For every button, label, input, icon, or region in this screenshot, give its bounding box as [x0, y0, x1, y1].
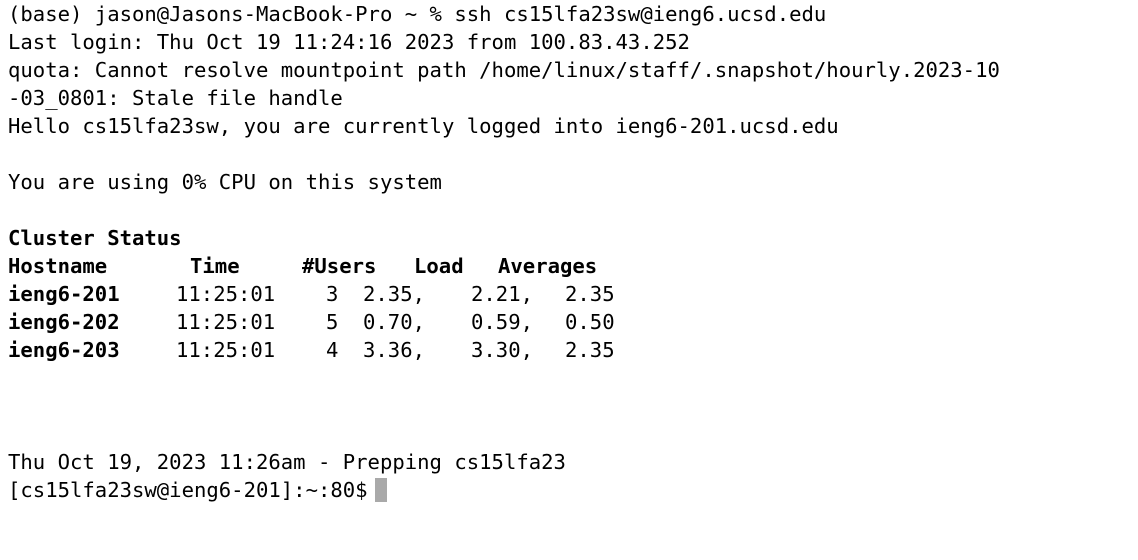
prepping-line: Thu Oct 19, 2023 11:26am - Prepping cs15…: [8, 450, 566, 474]
quota-warning-line-1: quota: Cannot resolve mountpoint path /h…: [8, 58, 1000, 82]
header-load: Load: [414, 254, 464, 278]
row-load-2: 0.59,: [471, 310, 533, 334]
row-load-2: 3.30,: [471, 338, 533, 362]
header-averages: Averages: [498, 254, 598, 278]
ssh-command-line: (base) jason@Jasons-MacBook-Pro ~ % ssh …: [8, 2, 827, 26]
row-load-1: 3.36,: [363, 338, 425, 362]
row-load-1: 0.70,: [363, 310, 425, 334]
row-load-3: 2.35: [565, 282, 615, 306]
row-load-2: 2.21,: [471, 282, 533, 306]
row-users: 3: [326, 282, 339, 306]
table-row: ieng6-203 11:25:01 4 3.36, 3.30, 2.35: [8, 336, 1138, 364]
hello-line: Hello cs15lfa23sw, you are currently log…: [8, 114, 839, 138]
row-users: 5: [326, 310, 339, 334]
row-time: 11:25:01: [176, 310, 276, 334]
row-load-3: 2.35: [565, 338, 615, 362]
row-hostname: ieng6-202: [8, 310, 120, 334]
row-users: 4: [326, 338, 339, 362]
shell-prompt: [cs15lfa23sw@ieng6-201]:~:80$: [8, 478, 368, 502]
cluster-status-title: Cluster Status: [8, 226, 182, 250]
last-login-line: Last login: Thu Oct 19 11:24:16 2023 fro…: [8, 30, 690, 54]
row-time: 11:25:01: [176, 338, 276, 362]
terminal-window[interactable]: (base) jason@Jasons-MacBook-Pro ~ % ssh …: [0, 0, 1138, 502]
header-time: Time: [190, 254, 240, 278]
row-hostname: ieng6-203: [8, 338, 120, 362]
quota-warning-line-2: -03_0801: Stale file handle: [8, 86, 343, 110]
row-load-3: 0.50: [565, 310, 615, 334]
header-hostname: Hostname: [8, 254, 108, 278]
table-row: ieng6-201 11:25:01 3 2.35, 2.21, 2.35: [8, 280, 1138, 308]
header-users: #Users: [302, 254, 377, 278]
table-row: ieng6-202 11:25:01 5 0.70, 0.59, 0.50: [8, 308, 1138, 336]
row-hostname: ieng6-201: [8, 282, 120, 306]
text-cursor[interactable]: [374, 478, 387, 502]
row-load-1: 2.35,: [363, 282, 425, 306]
cluster-table-header: Hostname Time #Users Load Averages: [8, 252, 1138, 280]
shell-prompt-line[interactable]: [cs15lfa23sw@ieng6-201]:~:80$: [8, 476, 1138, 504]
cpu-usage-line: You are using 0% CPU on this system: [8, 170, 442, 194]
row-time: 11:25:01: [176, 282, 276, 306]
